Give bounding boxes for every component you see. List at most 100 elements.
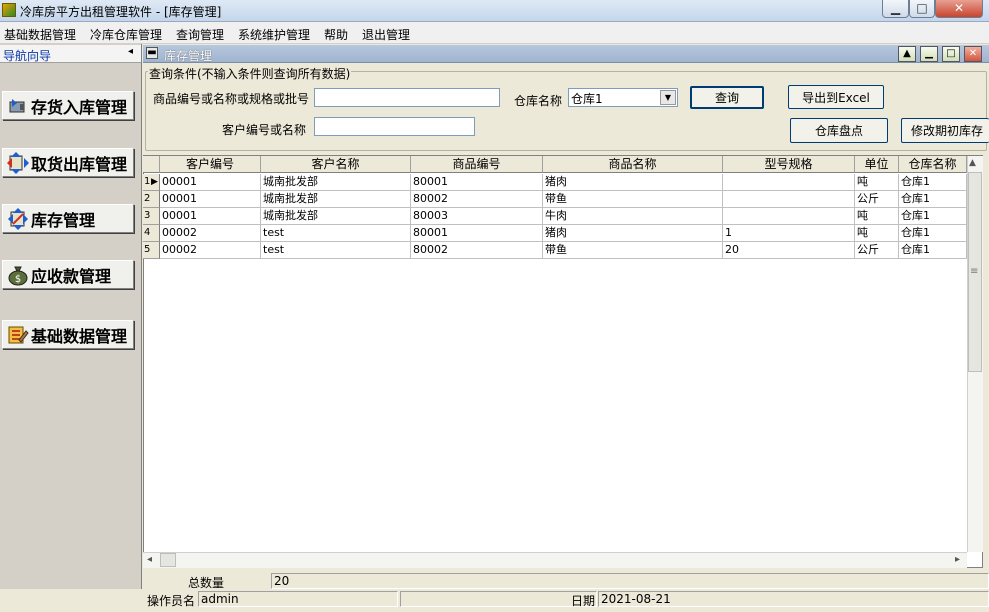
product-search-input[interactable]: [314, 88, 500, 107]
row-number: 4: [144, 227, 151, 238]
query-legend: 查询条件(不输入条件则查询所有数据): [148, 65, 352, 82]
product-search-label: 商品编号或名称或规格或批号: [153, 92, 310, 106]
grid-cell[interactable]: 带鱼: [543, 191, 723, 208]
menu-exit[interactable]: 退出管理: [362, 26, 410, 43]
grid-cell[interactable]: 城南批发部: [261, 174, 411, 191]
row-number: 5: [144, 244, 151, 255]
stocktake-button[interactable]: 仓库盘点: [790, 118, 888, 143]
nav-item-stock-in[interactable]: 存货入库管理: [2, 91, 134, 120]
menu-warehouse[interactable]: 冷库仓库管理: [90, 26, 162, 43]
grid-cell[interactable]: 仓库1: [899, 242, 967, 259]
grid-cell[interactable]: 城南批发部: [261, 208, 411, 225]
nav-item-stock-out[interactable]: 取货出库管理: [2, 148, 134, 177]
horizontal-scroll-thumb[interactable]: [160, 553, 176, 567]
grid-cell[interactable]: 吨: [855, 208, 899, 225]
nav-item-inventory[interactable]: 库存管理: [2, 204, 134, 233]
column-header[interactable]: 仓库名称: [899, 156, 967, 173]
menu-basic-data[interactable]: 基础数据管理: [4, 26, 76, 43]
column-header[interactable]: 商品名称: [543, 156, 723, 173]
scroll-left-arrow-icon[interactable]: ◂: [147, 554, 152, 565]
row-number: 3: [144, 210, 151, 221]
row-header[interactable]: 5: [143, 242, 160, 259]
window-title: 冷库房平方出租管理软件 - [库存管理]: [20, 5, 222, 19]
row-header[interactable]: 4: [143, 225, 160, 242]
grid-cell[interactable]: [723, 208, 855, 225]
grid-cell[interactable]: 猪肉: [543, 225, 723, 242]
child-minimize-button[interactable]: ▁: [920, 46, 938, 62]
scroll-up-arrow-icon[interactable]: ▲: [969, 158, 976, 168]
grid-cell[interactable]: 00001: [160, 174, 261, 191]
column-header[interactable]: 商品编号: [411, 156, 543, 173]
grid-cell[interactable]: 仓库1: [899, 174, 967, 191]
grid-cell[interactable]: 00001: [160, 191, 261, 208]
grid-cell[interactable]: 公斤: [855, 242, 899, 259]
grid-cell[interactable]: 猪肉: [543, 174, 723, 191]
grid-cell[interactable]: test: [261, 225, 411, 242]
nav-title: 导航向导: [3, 49, 52, 63]
query-button[interactable]: 查询: [690, 86, 764, 109]
grid-cell[interactable]: 80003: [411, 208, 543, 225]
nav-item-basic-data[interactable]: 基础数据管理: [2, 320, 134, 349]
menu-help[interactable]: 帮助: [324, 26, 348, 43]
column-header[interactable]: 客户名称: [261, 156, 411, 173]
grid-cell[interactable]: [723, 174, 855, 191]
nav-panel: [0, 44, 142, 589]
row-header[interactable]: 1 ▶: [143, 174, 160, 191]
grid-cell[interactable]: 吨: [855, 225, 899, 242]
dropdown-arrow-icon[interactable]: ▼: [660, 90, 676, 105]
grid-cell[interactable]: 80001: [411, 225, 543, 242]
customer-search-input[interactable]: [314, 117, 475, 136]
child-system-menu-icon[interactable]: ▬: [146, 47, 158, 59]
minimize-button[interactable]: ▁: [882, 0, 909, 18]
scroll-right-arrow-icon[interactable]: ▸: [955, 554, 960, 565]
row-header[interactable]: 2: [143, 191, 160, 208]
horizontal-scrollbar[interactable]: [143, 552, 967, 568]
nav-item-label: 基础数据管理: [31, 326, 128, 346]
grid-cell[interactable]: 80002: [411, 191, 543, 208]
grid-cell[interactable]: 00002: [160, 225, 261, 242]
grid-cell[interactable]: 带鱼: [543, 242, 723, 259]
modify-opening-stock-button[interactable]: 修改期初库存: [901, 118, 989, 143]
grid-cell[interactable]: 仓库1: [899, 225, 967, 242]
grid-cell[interactable]: 公斤: [855, 191, 899, 208]
grid-cell[interactable]: 80002: [411, 242, 543, 259]
grid-cell[interactable]: 80001: [411, 174, 543, 191]
close-button[interactable]: ✕: [935, 0, 983, 18]
operator-value: admin: [198, 591, 398, 607]
grid-cell[interactable]: 牛肉: [543, 208, 723, 225]
svg-text:$: $: [15, 274, 21, 285]
child-maximize-button[interactable]: □: [942, 46, 960, 62]
column-header[interactable]: 型号规格: [723, 156, 855, 173]
grid-cell[interactable]: 20: [723, 242, 855, 259]
nav-item-label: 存货入库管理: [31, 97, 128, 117]
column-header[interactable]: 客户编号: [160, 156, 261, 173]
menu-system[interactable]: 系统维护管理: [238, 26, 310, 43]
grid-cell[interactable]: test: [261, 242, 411, 259]
customer-search-label: 客户编号或名称: [222, 123, 307, 137]
grid-cell[interactable]: 00002: [160, 242, 261, 259]
current-row-pointer-icon: ▶: [151, 177, 158, 187]
nav-item-receivables[interactable]: $ 应收款管理: [2, 260, 134, 289]
maximize-button[interactable]: □: [909, 0, 935, 18]
child-title-bar: [143, 45, 989, 63]
grid-cell[interactable]: 1: [723, 225, 855, 242]
child-close-button[interactable]: ✕: [964, 46, 982, 62]
grid-corner: [143, 156, 160, 173]
child-window-title: 库存管理: [164, 49, 213, 63]
warehouse-label: 仓库名称: [514, 94, 563, 108]
grid-cell[interactable]: [723, 191, 855, 208]
stock-in-icon: [7, 95, 29, 117]
column-header[interactable]: 单位: [855, 156, 899, 173]
grid-cell[interactable]: 吨: [855, 174, 899, 191]
child-restore-up-button[interactable]: ▲: [898, 46, 916, 62]
grid-cell[interactable]: 00001: [160, 208, 261, 225]
row-header[interactable]: 3: [143, 208, 160, 225]
grid-cell[interactable]: 仓库1: [899, 191, 967, 208]
grid-cell[interactable]: 仓库1: [899, 208, 967, 225]
menu-query[interactable]: 查询管理: [176, 26, 224, 43]
money-bag-icon: $: [7, 264, 29, 286]
grid-cell[interactable]: 城南批发部: [261, 191, 411, 208]
row-number: 2: [144, 193, 151, 204]
collapse-arrow-icon[interactable]: ◂: [128, 46, 133, 57]
export-excel-button[interactable]: 导出到Excel: [788, 85, 884, 109]
